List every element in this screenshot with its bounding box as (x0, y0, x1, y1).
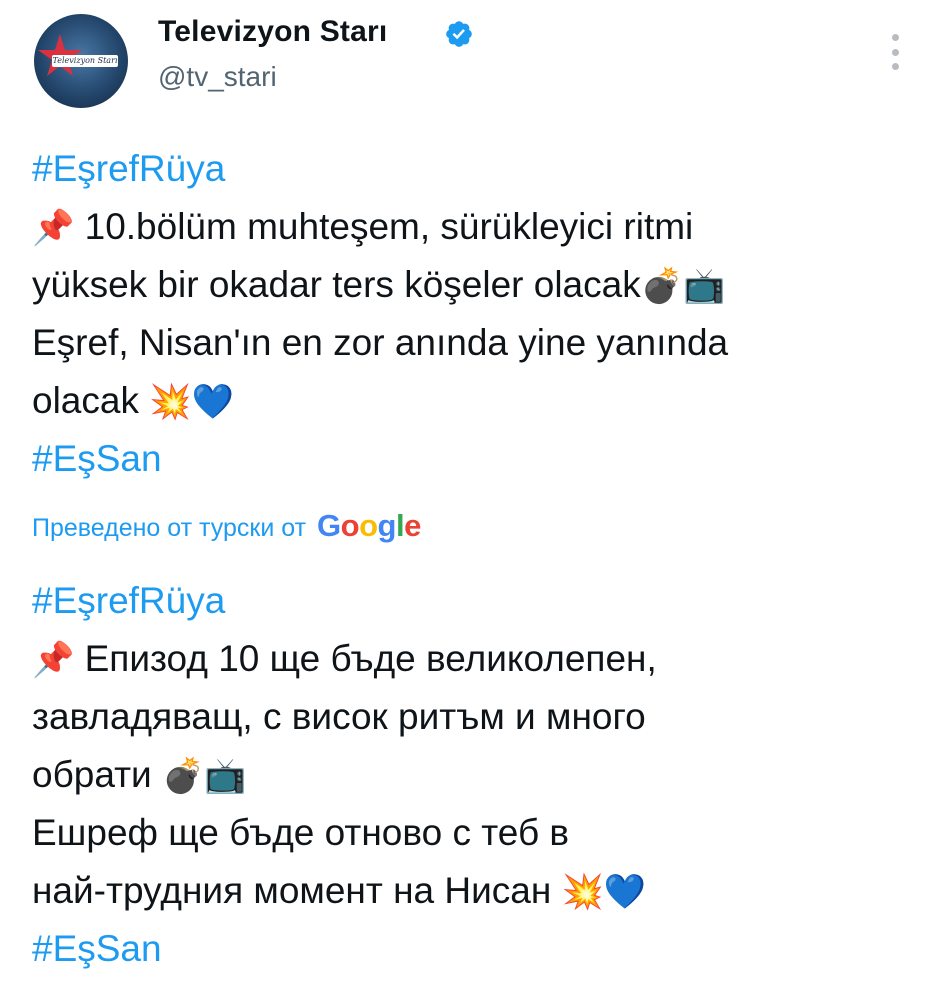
hashtag-link[interactable]: #EşSan (32, 438, 162, 479)
translation-label[interactable]: Преведено от турски от Google (32, 506, 421, 548)
google-letter: g (377, 508, 397, 543)
collision-heart-icon: 💥💙 (149, 382, 234, 422)
translated-tweet-text: #EşrefRüya 📌 Епизод 10 ще бъде великолеп… (32, 572, 912, 978)
tweet-line: 10.bölüm muhteşem, sürükleyici ritmi (84, 206, 694, 247)
google-letter: o (359, 508, 378, 543)
bomb-tv-icon: 💣📺 (162, 756, 247, 796)
pushpin-icon: 📌 (32, 640, 75, 680)
verified-badge-icon (446, 21, 472, 47)
tweet-line: най-трудния момент на Нисан (32, 870, 562, 911)
tweet-line: yüksek bir okadar ters köşeler olacak (32, 264, 641, 305)
more-dot (891, 63, 899, 70)
display-name[interactable]: Televizyon Starı (158, 14, 387, 50)
hashtag-link[interactable]: #EşrefRüya (32, 148, 225, 189)
avatar[interactable]: Televizyon Starı (34, 14, 128, 108)
translation-label-text: Преведено от турски от (32, 514, 307, 542)
google-letter: l (395, 508, 405, 543)
tweet-text: #EşrefRüya 📌 10.bölüm muhteşem, sürükley… (32, 140, 912, 488)
google-letter: e (404, 508, 421, 543)
hashtag-link[interactable]: #EşSan (32, 928, 162, 969)
tweet-line: завладяващ, с висок ритъм и много (32, 696, 646, 737)
google-letter: G (317, 508, 341, 543)
google-letter: o (340, 508, 360, 543)
tweet-line: обрати (32, 754, 163, 795)
more-dot (891, 48, 899, 56)
user-handle[interactable]: @tv_stari (158, 60, 277, 94)
hashtag-link[interactable]: #EşrefRüya (32, 580, 225, 621)
more-options-button[interactable] (880, 34, 910, 70)
collision-heart-icon: 💥💙 (561, 872, 647, 912)
bomb-tv-icon: 💣📺 (640, 266, 726, 306)
more-vertical-icon (891, 34, 899, 41)
tweet-line: Епизод 10 ще бъде великолепен, (74, 638, 657, 679)
pushpin-icon: 📌 (32, 208, 75, 248)
tweet-line: Ешреф ще бъде отново с теб в (32, 812, 570, 853)
google-logo: Google (317, 506, 421, 546)
avatar-logo-text: Televizyon Starı (52, 55, 118, 67)
tweet-line: Eşref, Nisan'ın en zor anında yine yanın… (32, 322, 729, 363)
tweet-line: olacak (32, 380, 150, 421)
